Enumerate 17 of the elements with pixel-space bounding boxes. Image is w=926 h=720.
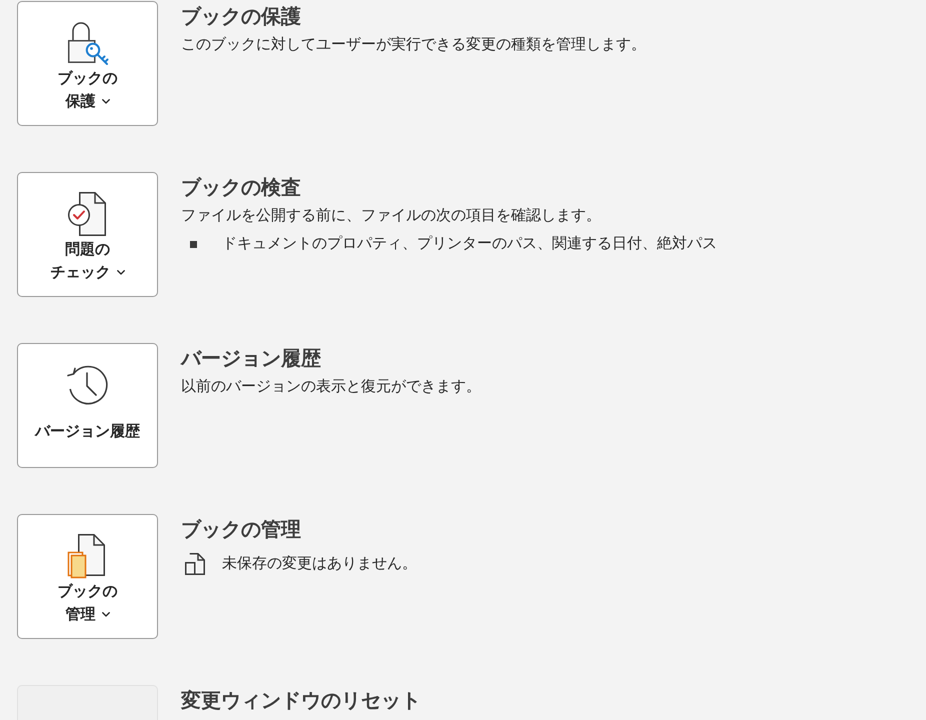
section-description: ファイルを公開する前に、ファイルの次の項目を確認します。 [181, 206, 602, 226]
section-title: ブックの管理 [181, 518, 302, 543]
version-history-button[interactable]: バージョン履歴 [17, 343, 158, 468]
bullet-icon [190, 240, 197, 248]
section-description: 以前のバージョンの表示と復元ができます。 [181, 377, 481, 397]
section-title: バージョン履歴 [181, 347, 322, 372]
protect-workbook-button[interactable]: ブックの 保護 [17, 1, 158, 126]
status-text: 未保存の変更はありません。 [222, 554, 417, 574]
section-title: 変更ウィンドウのリセット [181, 688, 421, 714]
manage-workbook-button[interactable]: ブックの 管理 [17, 514, 158, 639]
document-icon [184, 552, 206, 576]
check-issues-button[interactable]: 問題の チェック [17, 172, 158, 297]
section-description: このブックに対してユーザーが実行できる変更の種類を管理します。 [181, 35, 646, 55]
section-title: ブックの検査 [181, 176, 302, 201]
bullet-text: ドキュメントのプロパティ、プリンターのパス、関連する日付、絶対パス [222, 234, 717, 254]
section-title: ブックの保護 [181, 4, 302, 30]
lock-key-icon [66, 20, 110, 66]
